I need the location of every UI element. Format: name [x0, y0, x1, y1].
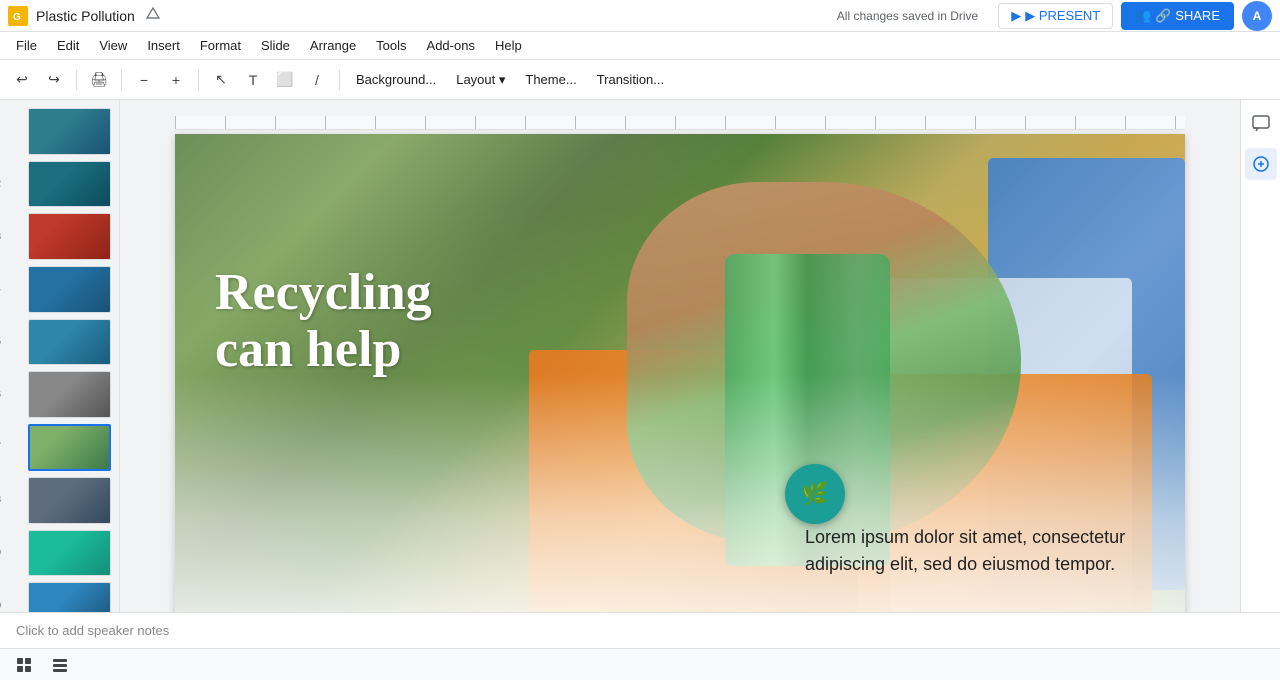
right-sidebar [1240, 100, 1280, 612]
slide-panel: 11 12 13 14 15 16 17 18 [0, 100, 120, 612]
app-bottom-bar [0, 648, 1280, 680]
menu-insert[interactable]: Insert [139, 35, 188, 56]
grid-view-button[interactable] [12, 653, 36, 677]
slide-thumbnail-20[interactable] [28, 582, 111, 612]
menu-format[interactable]: Format [192, 35, 249, 56]
editor-area[interactable]: Recycling can help 🌿 Lorem ipsum dolor s… [120, 100, 1240, 612]
toolbar-redo[interactable]: ↪ [40, 66, 68, 94]
menu-arrange[interactable]: Arrange [302, 35, 364, 56]
toolbar-divider-2 [121, 70, 122, 90]
slide-thumb-wrapper-13: 13 [8, 213, 111, 260]
main-content: 11 12 13 14 15 16 17 18 [0, 100, 1280, 612]
menu-tools[interactable]: Tools [368, 35, 414, 56]
toolbar-layout[interactable]: Layout ▾ [448, 69, 513, 91]
slide-thumb-wrapper-15: 15 [8, 319, 111, 366]
menu-edit[interactable]: Edit [49, 35, 87, 56]
share-icon: 👥 [1135, 8, 1151, 24]
user-avatar[interactable]: A [1242, 1, 1272, 31]
toolbar-print[interactable]: 🖨 [85, 66, 113, 94]
right-buttons: ▶ ▶ PRESENT 👥 🔗 SHARE A [998, 1, 1272, 31]
toolbar-theme[interactable]: Theme... [517, 69, 584, 90]
slide-thumbnail-19[interactable] [28, 530, 111, 577]
present-button[interactable]: ▶ ▶ PRESENT [998, 3, 1113, 29]
slide-thumbnail-15[interactable] [28, 319, 111, 366]
present-icon: ▶ [1011, 8, 1021, 24]
lorem-box[interactable]: Lorem ipsum dolor sit amet, consectetur … [785, 514, 1155, 598]
slide-title-line2: can help [215, 321, 432, 378]
drive-icon [145, 6, 161, 25]
slide-thumb-wrapper-18: 18 [8, 477, 111, 524]
slide-num-16: 16 [0, 389, 1, 400]
slide-thumb-wrapper-20: 20 [8, 582, 111, 612]
leaf-icon: 🌿 [801, 481, 828, 507]
app-title: Plastic Pollution [36, 8, 135, 24]
toolbar-divider-3 [198, 70, 199, 90]
slide-num-12: 12 [0, 179, 1, 190]
slide-title-line1: Recycling [215, 264, 432, 321]
slide-thumbnail-11[interactable] [28, 108, 111, 155]
menu-file[interactable]: File [8, 35, 45, 56]
slide-thumb-wrapper-17: 17 [8, 424, 111, 471]
menu-view[interactable]: View [91, 35, 135, 56]
menu-slide[interactable]: Slide [253, 35, 298, 56]
toolbar-shape[interactable]: ⬜ [271, 66, 299, 94]
share-button[interactable]: 👥 🔗 SHARE [1121, 2, 1234, 30]
slide-thumbnail-16[interactable] [28, 371, 111, 418]
sidebar-shapes-icon[interactable] [1245, 148, 1277, 180]
saved-status: All changes saved in Drive [837, 9, 978, 23]
toolbar-background[interactable]: Background... [348, 69, 444, 90]
slide-thumb-wrapper-16: 16 [8, 371, 111, 418]
sidebar-comments-icon[interactable] [1245, 108, 1277, 140]
slide-thumbnail-12[interactable] [28, 161, 111, 208]
ruler [175, 116, 1185, 130]
svg-text:G: G [13, 12, 21, 23]
slide-num-13: 13 [0, 231, 1, 242]
speaker-notes-placeholder: Click to add speaker notes [16, 623, 169, 638]
lorem-text: Lorem ipsum dolor sit amet, consectetur … [805, 524, 1135, 578]
menu-help[interactable]: Help [487, 35, 530, 56]
slide-thumbnail-18[interactable] [28, 477, 111, 524]
slide-title[interactable]: Recycling can help [215, 264, 432, 378]
menu-addons[interactable]: Add-ons [419, 35, 483, 56]
present-label: ▶ PRESENT [1025, 8, 1100, 24]
main-slide[interactable]: Recycling can help 🌿 Lorem ipsum dolor s… [175, 134, 1185, 612]
slide-num-15: 15 [0, 337, 1, 348]
slide-num-14: 14 [0, 284, 1, 295]
menubar: File Edit View Insert Format Slide Arran… [0, 32, 1280, 60]
toolbar-transition[interactable]: Transition... [589, 69, 672, 90]
toolbar-zoom-out[interactable]: − [130, 66, 158, 94]
toolbar-undo[interactable]: ↩ [8, 66, 36, 94]
slide-thumbnail-14[interactable] [28, 266, 111, 313]
list-view-button[interactable] [48, 653, 72, 677]
toolbar-divider-4 [339, 70, 340, 90]
share-label: 🔗 SHARE [1155, 8, 1220, 24]
slide-num-19: 19 [0, 547, 1, 558]
slide-thumb-wrapper-12: 12 [8, 161, 111, 208]
app-icon: G [8, 6, 28, 26]
slide-thumbnail-17-active[interactable] [28, 424, 111, 471]
slide-num-18: 18 [0, 495, 1, 506]
titlebar: G Plastic Pollution All changes saved in… [0, 0, 1280, 32]
slide-num-20: 20 [0, 600, 1, 611]
slide-thumbnail-13[interactable] [28, 213, 111, 260]
toolbar-divider-1 [76, 70, 77, 90]
toolbar-line[interactable]: / [303, 66, 331, 94]
slide-num-17: 17 [0, 442, 1, 453]
slide-thumb-wrapper-14: 14 [8, 266, 111, 313]
speaker-notes[interactable]: Click to add speaker notes [0, 612, 1280, 648]
toolbar-text[interactable]: T [239, 66, 267, 94]
slide-thumb-wrapper-11: 11 [8, 108, 111, 155]
toolbar: ↩ ↪ 🖨 − + ↖ T ⬜ / Background... Layout ▾… [0, 60, 1280, 100]
toolbar-zoom-in[interactable]: + [162, 66, 190, 94]
slide-thumb-wrapper-19: 19 [8, 530, 111, 577]
toolbar-cursor[interactable]: ↖ [207, 66, 235, 94]
